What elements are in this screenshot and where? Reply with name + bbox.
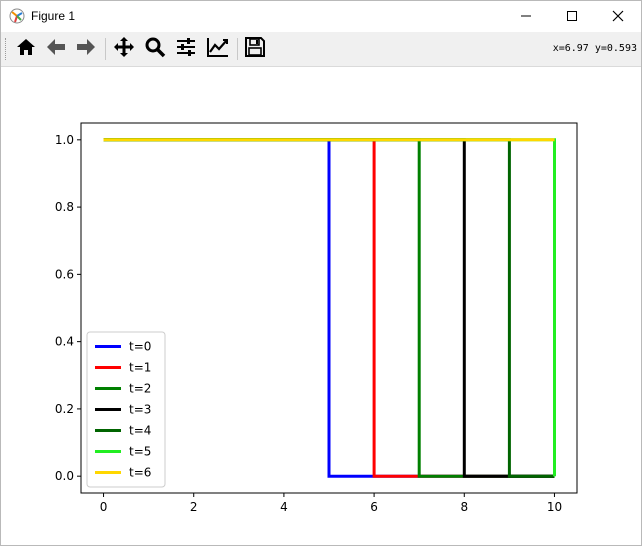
close-button[interactable] bbox=[595, 1, 641, 32]
zoom-button[interactable] bbox=[142, 36, 168, 62]
y-tick-label: 1.0 bbox=[55, 133, 74, 147]
legend-label: t=1 bbox=[129, 361, 151, 375]
y-tick-label: 0.8 bbox=[55, 200, 74, 214]
legend-label: t=4 bbox=[129, 424, 151, 438]
edit-axes-button[interactable] bbox=[205, 36, 231, 62]
x-tick-label: 4 bbox=[280, 500, 288, 514]
x-tick-label: 10 bbox=[547, 500, 562, 514]
figure-canvas[interactable]: 0 2 4 6 8 10 0.0 0.2 0.4 0.6 0.8 1.0 t=0 t=1 t=2 t=3 t=… bbox=[1, 67, 641, 545]
home-button[interactable] bbox=[13, 36, 39, 62]
y-tick-label: 0.0 bbox=[55, 469, 74, 483]
sliders-icon bbox=[175, 36, 197, 62]
home-icon bbox=[15, 36, 37, 62]
x-tick-label: 6 bbox=[370, 500, 378, 514]
x-tick-label: 2 bbox=[190, 500, 198, 514]
forward-button[interactable] bbox=[73, 36, 99, 62]
series-line-0 bbox=[103, 138, 555, 478]
line-chart[interactable]: 0 2 4 6 8 10 0.0 0.2 0.4 0.6 0.8 1.0 t=0 t=1 t=2 t=3 t=… bbox=[1, 67, 641, 545]
legend-label: t=6 bbox=[129, 466, 151, 480]
toolbar-separator bbox=[237, 38, 238, 60]
navigation-toolbar: x=6.97 y=0.593 bbox=[1, 32, 641, 67]
cursor-coordinates: x=6.97 y=0.593 bbox=[552, 43, 637, 54]
back-button[interactable] bbox=[43, 36, 69, 62]
window-title: Figure 1 bbox=[31, 9, 76, 23]
close-icon bbox=[612, 7, 624, 26]
legend-label: t=2 bbox=[129, 382, 151, 396]
toolbar-grip[interactable] bbox=[5, 38, 9, 60]
magnifier-icon bbox=[144, 36, 166, 62]
x-tick-label: 8 bbox=[460, 500, 468, 514]
title-bar[interactable]: Figure 1 bbox=[1, 1, 641, 32]
legend-label: t=0 bbox=[129, 340, 151, 354]
subplots-button[interactable] bbox=[173, 36, 199, 62]
x-tick-label: 0 bbox=[100, 500, 108, 514]
move-icon bbox=[113, 36, 135, 62]
figure-window: Figure 1 x=6.97 y=0.593 0 2 4 6 8 10 0.0… bbox=[0, 0, 642, 546]
legend-label: t=3 bbox=[129, 403, 151, 417]
y-tick-label: 0.2 bbox=[55, 402, 74, 416]
minimize-icon bbox=[520, 7, 532, 26]
pan-button[interactable] bbox=[111, 36, 137, 62]
maximize-icon bbox=[566, 7, 578, 26]
y-tick-label: 0.4 bbox=[55, 335, 74, 349]
floppy-disk-icon bbox=[244, 36, 266, 62]
minimize-button[interactable] bbox=[503, 1, 549, 32]
arrow-left-icon bbox=[45, 36, 67, 62]
matplotlib-icon bbox=[9, 8, 25, 24]
maximize-button[interactable] bbox=[549, 1, 595, 32]
arrow-right-icon bbox=[75, 36, 97, 62]
toolbar-separator bbox=[105, 38, 106, 60]
y-tick-label: 0.6 bbox=[55, 267, 74, 281]
chart-line-icon bbox=[206, 36, 230, 62]
legend-label: t=5 bbox=[129, 445, 151, 459]
save-button[interactable] bbox=[242, 36, 268, 62]
